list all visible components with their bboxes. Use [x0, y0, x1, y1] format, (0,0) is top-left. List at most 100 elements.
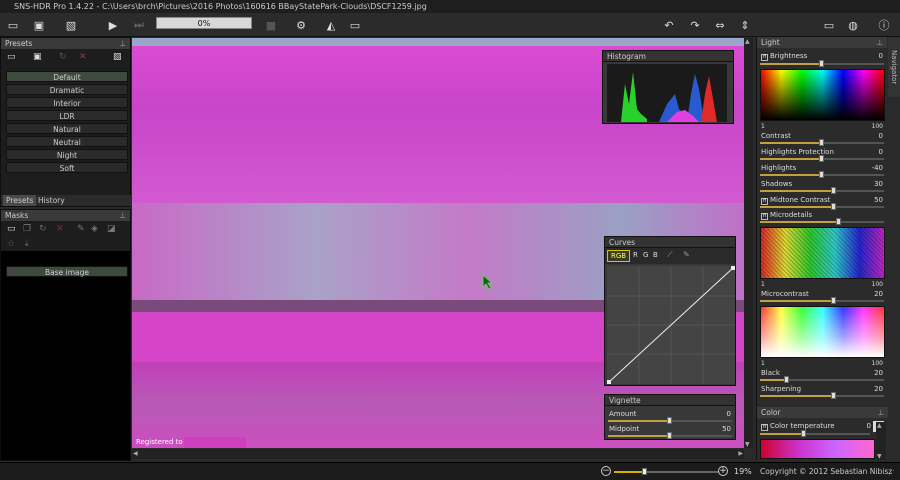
channel-b[interactable]: B	[653, 251, 658, 259]
refresh-preset-icon[interactable]: ↻	[59, 52, 67, 62]
monitor-icon[interactable]: ▭	[346, 16, 364, 34]
preset-night[interactable]: Night	[6, 149, 128, 160]
brush-icon[interactable]: ✎	[77, 224, 85, 234]
display-icon[interactable]: ▭	[820, 16, 838, 34]
mask-base-image[interactable]: Base image	[6, 266, 128, 277]
contrast-slider[interactable]	[760, 139, 884, 146]
save-icon[interactable]: ▣	[30, 16, 48, 34]
rotate-right-icon[interactable]: ↷	[686, 16, 704, 34]
settings-gear-icon[interactable]: ⚙	[292, 16, 310, 34]
sharpening-knob[interactable]	[831, 392, 837, 399]
resize-grip-icon[interactable]: ⋰	[888, 469, 895, 477]
preset-ldr[interactable]: LDR	[6, 110, 128, 121]
microcontrast-knob[interactable]	[831, 297, 837, 304]
color-pin-icon[interactable]: ⊥	[877, 407, 884, 418]
color-temperature-slider[interactable]	[760, 430, 870, 437]
rotate-left-icon[interactable]: ↶	[660, 16, 678, 34]
midtone-contrast-slider[interactable]	[760, 203, 884, 210]
masks-pin-icon[interactable]: ⊥	[119, 210, 126, 221]
brightness-knob[interactable]	[819, 60, 824, 67]
refresh-mask-icon[interactable]: ↻	[39, 224, 47, 234]
curve-pen-icon[interactable]: ✎	[683, 250, 690, 259]
preset-neutral[interactable]: Neutral	[6, 136, 128, 147]
scroll-up-icon[interactable]: ▲	[745, 38, 750, 45]
microdetails-slider[interactable]	[760, 218, 884, 225]
channel-g[interactable]: G	[643, 251, 648, 259]
midtone-h-icon[interactable]: H	[761, 198, 768, 205]
midtone-contrast-knob[interactable]	[831, 203, 837, 210]
curve-linear-icon[interactable]: ⟋	[667, 250, 673, 260]
zoom-out-icon[interactable]: −	[601, 466, 611, 476]
preset-natural[interactable]: Natural	[6, 123, 128, 134]
eraser-icon[interactable]: ◈	[91, 224, 98, 234]
delete-mask-icon[interactable]: ✕	[56, 224, 64, 234]
settings-scroll-down-icon[interactable]: ▼	[877, 453, 882, 460]
tab-presets[interactable]: Presets	[3, 195, 37, 206]
settings-scroll-up-icon[interactable]: ▲	[877, 422, 882, 429]
down-arrow-icon[interactable]: ⇣	[23, 239, 31, 249]
preset-dramatic[interactable]: Dramatic	[6, 84, 128, 95]
scroll-left-icon[interactable]: ◀	[133, 450, 138, 457]
highlights-protection-slider[interactable]	[760, 155, 884, 162]
light-pin-icon[interactable]: ⊥	[876, 37, 883, 48]
flip-vertical-icon[interactable]: ⇕	[736, 16, 754, 34]
scroll-right-icon[interactable]: ▶	[738, 450, 743, 457]
curves-graph[interactable]	[607, 266, 735, 384]
shadows-slider[interactable]	[760, 187, 884, 194]
microdetails-h-icon[interactable]: H	[761, 213, 768, 220]
pin-icon[interactable]: ⊥	[119, 38, 126, 49]
copy-mask-icon[interactable]: ❐	[23, 224, 31, 234]
contrast-knob[interactable]	[819, 139, 824, 146]
brightness-h-icon[interactable]: H	[761, 54, 768, 61]
save-preset-icon[interactable]: ▣	[33, 52, 42, 62]
tab-history[interactable]: History	[35, 195, 68, 206]
highlights-knob[interactable]	[819, 171, 824, 178]
zoom-slider[interactable]	[614, 468, 718, 475]
gradient-icon[interactable]: ◪	[107, 224, 116, 234]
delete-preset-icon[interactable]: ✕	[79, 52, 87, 62]
preset-soft[interactable]: Soft	[6, 162, 128, 173]
up-arrow-icon[interactable]: ☆	[7, 239, 15, 249]
new-file-icon[interactable]: ▭	[4, 16, 22, 34]
new-preset-icon[interactable]: ▭	[7, 52, 16, 62]
zoom-in-icon[interactable]: +	[718, 466, 728, 476]
curve-point-low[interactable]	[607, 380, 611, 384]
vignette-midpoint-slider[interactable]	[608, 432, 732, 439]
vertical-scrollbar[interactable]: ▲ ▼	[744, 38, 753, 448]
settings-scrollbar[interactable]: ▲ ▼	[876, 422, 886, 460]
black-slider[interactable]	[760, 376, 884, 383]
channel-rgb[interactable]: RGB	[607, 250, 631, 262]
highlights-slider[interactable]	[760, 171, 884, 178]
export-image-icon[interactable]: ▧	[62, 16, 80, 34]
channel-r[interactable]: R	[633, 251, 638, 259]
globe-icon[interactable]: ◍	[844, 16, 862, 34]
flip-horizontal-icon[interactable]: ⇔	[711, 16, 729, 34]
import-preset-icon[interactable]: ▧	[113, 52, 122, 62]
preset-default[interactable]: Default	[6, 71, 128, 82]
sharpening-slider[interactable]	[760, 392, 884, 399]
navigator-tab[interactable]: Navigator	[888, 37, 900, 97]
new-mask-icon[interactable]: ▭	[7, 224, 16, 234]
stop-icon[interactable]: ■	[262, 16, 280, 34]
skip-forward-icon[interactable]: ⏭	[130, 16, 148, 34]
brightness-slider[interactable]	[760, 60, 884, 67]
shadows-knob[interactable]	[831, 187, 837, 194]
curve-point-high[interactable]	[731, 266, 735, 270]
microdetails-knob[interactable]	[836, 218, 842, 225]
color-temperature-knob[interactable]	[801, 430, 806, 437]
vignette-amount-slider[interactable]	[608, 417, 732, 424]
vignette-midpoint-knob[interactable]	[667, 432, 672, 439]
preset-interior[interactable]: Interior	[6, 97, 128, 108]
adjust-icon[interactable]: ◭	[322, 16, 340, 34]
color-temp-h-icon[interactable]: H	[761, 424, 768, 431]
image-viewport[interactable]: Registered to Histogram Curves RGB R G B…	[132, 38, 744, 448]
play-process-icon[interactable]: ▶	[104, 16, 122, 34]
scroll-down-icon[interactable]: ▼	[745, 441, 750, 448]
info-icon[interactable]: ⓘ	[875, 16, 893, 34]
zoom-knob[interactable]	[642, 468, 648, 475]
vignette-amount-knob[interactable]	[667, 417, 672, 424]
highlights-protection-knob[interactable]	[819, 155, 824, 162]
black-knob[interactable]	[784, 376, 790, 383]
horizontal-scrollbar[interactable]: ◀ ▶	[132, 449, 744, 459]
microcontrast-slider[interactable]	[760, 297, 884, 304]
